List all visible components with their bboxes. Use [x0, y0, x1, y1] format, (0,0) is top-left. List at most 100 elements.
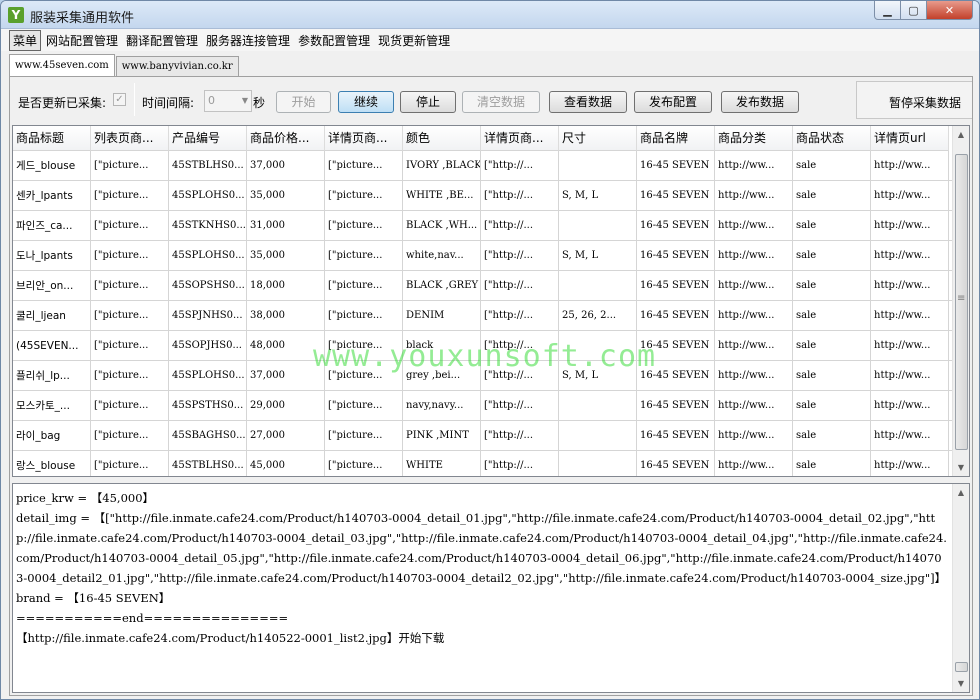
menu-server-connection[interactable]: 服务器连接管理: [203, 31, 293, 50]
view-data-button[interactable]: 查看数据: [549, 91, 627, 113]
table-cell: ["http://...: [481, 451, 559, 476]
table-cell: http://ww...: [715, 211, 793, 241]
table-cell: black: [403, 331, 481, 361]
tab-banyvivian[interactable]: www.banyvivian.co.kr: [115, 56, 239, 76]
table-cell: 16-45 SEVEN: [637, 151, 715, 181]
table-cell: 45SPSTHS0...: [169, 391, 247, 421]
table-cell: 37,000: [247, 361, 325, 391]
update-collected-checkbox[interactable]: ✓: [113, 93, 126, 106]
column-header-col-detail-url[interactable]: 详情页url: [871, 126, 949, 151]
table-cell: 45SPLOHS0...: [169, 241, 247, 271]
publish-config-button[interactable]: 发布配置: [634, 91, 712, 113]
table-row[interactable]: 쿨리_ljean ["picture... 45SPJNHS0... 38,000 ["…: [13, 301, 953, 331]
table-cell: ["picture...: [91, 391, 169, 421]
table-cell: 파인즈_ca...: [13, 211, 91, 241]
table-cell: ["picture...: [91, 421, 169, 451]
table-cell: 16-45 SEVEN: [637, 391, 715, 421]
scroll-up-icon[interactable]: ▲: [953, 484, 969, 501]
table-cell: http://ww...: [871, 181, 949, 211]
table-row[interactable]: 플리쉬_lp... ["picture... 45SPLOHS0... 37,000[…: [13, 361, 953, 391]
maximize-button[interactable]: ▢: [901, 1, 927, 20]
menu-site-config[interactable]: 网站配置管理: [43, 31, 121, 50]
table-cell: ["picture...: [325, 301, 403, 331]
table-cell: ["picture...: [325, 271, 403, 301]
table-cell: WHITE: [403, 451, 481, 476]
table-cell: http://ww...: [715, 241, 793, 271]
table-cell: sale: [793, 391, 871, 421]
table-cell: 25, 26, 2...: [559, 301, 637, 331]
log-scrollbar[interactable]: ▲ ▼: [952, 484, 969, 692]
scroll-down-icon[interactable]: ▼: [953, 675, 969, 692]
scroll-down-icon[interactable]: ▼: [953, 459, 969, 476]
table-row[interactable]: 게드_blouse ["picture... 45STBLHS0... 37,000[…: [13, 151, 953, 181]
stop-button[interactable]: 停止: [400, 91, 456, 113]
tab-45seven[interactable]: www.45seven.com: [9, 54, 115, 76]
interval-select[interactable]: 0 ▼: [204, 90, 252, 112]
column-header-col-product-no[interactable]: 产品编号: [169, 126, 247, 151]
table-cell: sale: [793, 271, 871, 301]
table-cell: S, M, L: [559, 361, 637, 391]
table-row[interactable]: 브리안_on... ["picture... 45SOPSHS0... 18,000[…: [13, 271, 953, 301]
log-line: brand = 【16-45 SEVEN】: [16, 591, 171, 605]
data-grid[interactable]: 商品标题 列表页商... 产品编号 商品价格... 详情页商... 颜色 详情页商... 尺寸…: [12, 125, 970, 477]
window-title: 服装采集通用软件: [30, 11, 135, 26]
menu-translate-config[interactable]: 翻译配置管理: [123, 31, 201, 50]
menu-main[interactable]: 菜单: [9, 29, 42, 51]
scroll-up-icon[interactable]: ▲: [953, 126, 969, 143]
log-line: ===========end===============: [16, 611, 289, 625]
table-cell: 45SPJNHS0...: [169, 301, 247, 331]
window-controls: ▁ ▢ ✕: [874, 1, 973, 21]
column-header-col-size[interactable]: 尺寸: [559, 126, 637, 151]
table-cell: BLACK ,GREY: [403, 271, 481, 301]
interval-value: 0: [208, 94, 215, 107]
grid-scrollbar[interactable]: ▲ ▼: [952, 126, 969, 476]
table-cell: [559, 451, 637, 476]
table-cell: 31,000: [247, 211, 325, 241]
column-header-col-brand[interactable]: 商品名牌: [637, 126, 715, 151]
publish-data-button[interactable]: 发布数据: [721, 91, 799, 113]
title-bar[interactable]: Y 服装采集通用软件 ▁ ▢ ✕: [1, 1, 979, 29]
table-cell: ["picture...: [91, 271, 169, 301]
main-window: Y 服装采集通用软件 ▁ ▢ ✕ 菜单 网站配置管理 翻译配置管理 服务器连接管…: [0, 0, 980, 700]
table-cell: 38,000: [247, 301, 325, 331]
table-cell: 모스카토_...: [13, 391, 91, 421]
close-button[interactable]: ✕: [927, 1, 973, 20]
scroll-thumb[interactable]: [955, 662, 968, 672]
table-cell: http://ww...: [871, 331, 949, 361]
log-output[interactable]: price_krw = 【45,000】 detail_img = 【["http…: [12, 483, 970, 693]
table-cell: 45,000: [247, 451, 325, 476]
table-row[interactable]: 센카_lpants ["picture... 45SPLOHS0... 35,000[…: [13, 181, 953, 211]
table-cell: sale: [793, 151, 871, 181]
continue-button[interactable]: 继续: [338, 91, 394, 113]
column-header-col-detail-url2[interactable]: 详情页商...: [481, 126, 559, 151]
table-row[interactable]: (45SEVEN... ["picture... 45SOPJHS0... 48,00…: [13, 331, 953, 361]
table-cell: 랑스_blouse: [13, 451, 91, 476]
table-cell: http://ww...: [871, 421, 949, 451]
table-row[interactable]: 파인즈_ca... ["picture... 45STKNHS0... 31,000[…: [13, 211, 953, 241]
column-header-col-title[interactable]: 商品标题: [13, 126, 91, 151]
table-row[interactable]: 도나_lpants ["picture... 45SPLOHS0... 35,000[…: [13, 241, 953, 271]
menu-stock-update[interactable]: 现货更新管理: [375, 31, 453, 50]
table-cell: ["picture...: [91, 151, 169, 181]
column-header-col-color[interactable]: 颜色: [403, 126, 481, 151]
table-cell: ["http://...: [481, 301, 559, 331]
table-cell: ["picture...: [91, 181, 169, 211]
column-header-col-detail-pic[interactable]: 详情页商...: [325, 126, 403, 151]
start-button[interactable]: 开始: [276, 91, 331, 113]
clear-data-button[interactable]: 清空数据: [462, 91, 540, 113]
scroll-thumb[interactable]: [955, 154, 968, 450]
table-row[interactable]: 라이_bag ["picture... 45SBAGHS0... 27,000 ["pi…: [13, 421, 953, 451]
column-header-col-category[interactable]: 商品分类: [715, 126, 793, 151]
column-header-col-status[interactable]: 商品状态: [793, 126, 871, 151]
menu-param-config[interactable]: 参数配置管理: [295, 31, 373, 50]
table-cell: http://ww...: [871, 151, 949, 181]
site-tabs: www.45seven.com www.banyvivian.co.kr: [9, 54, 240, 76]
column-header-col-price[interactable]: 商品价格...: [247, 126, 325, 151]
pause-collect-button[interactable]: 暂停采集数据: [856, 81, 972, 119]
menu-bar: 菜单 网站配置管理 翻译配置管理 服务器连接管理 参数配置管理 现货更新管理: [1, 29, 979, 51]
table-row[interactable]: 모스카토_... ["picture... 45SPSTHS0... 29,000 ["…: [13, 391, 953, 421]
minimize-button[interactable]: ▁: [874, 1, 901, 20]
table-cell: 도나_lpants: [13, 241, 91, 271]
column-header-col-list-pic[interactable]: 列表页商...: [91, 126, 169, 151]
table-row[interactable]: 랑스_blouse ["picture... 45STBLHS0... 45,000[…: [13, 451, 953, 476]
